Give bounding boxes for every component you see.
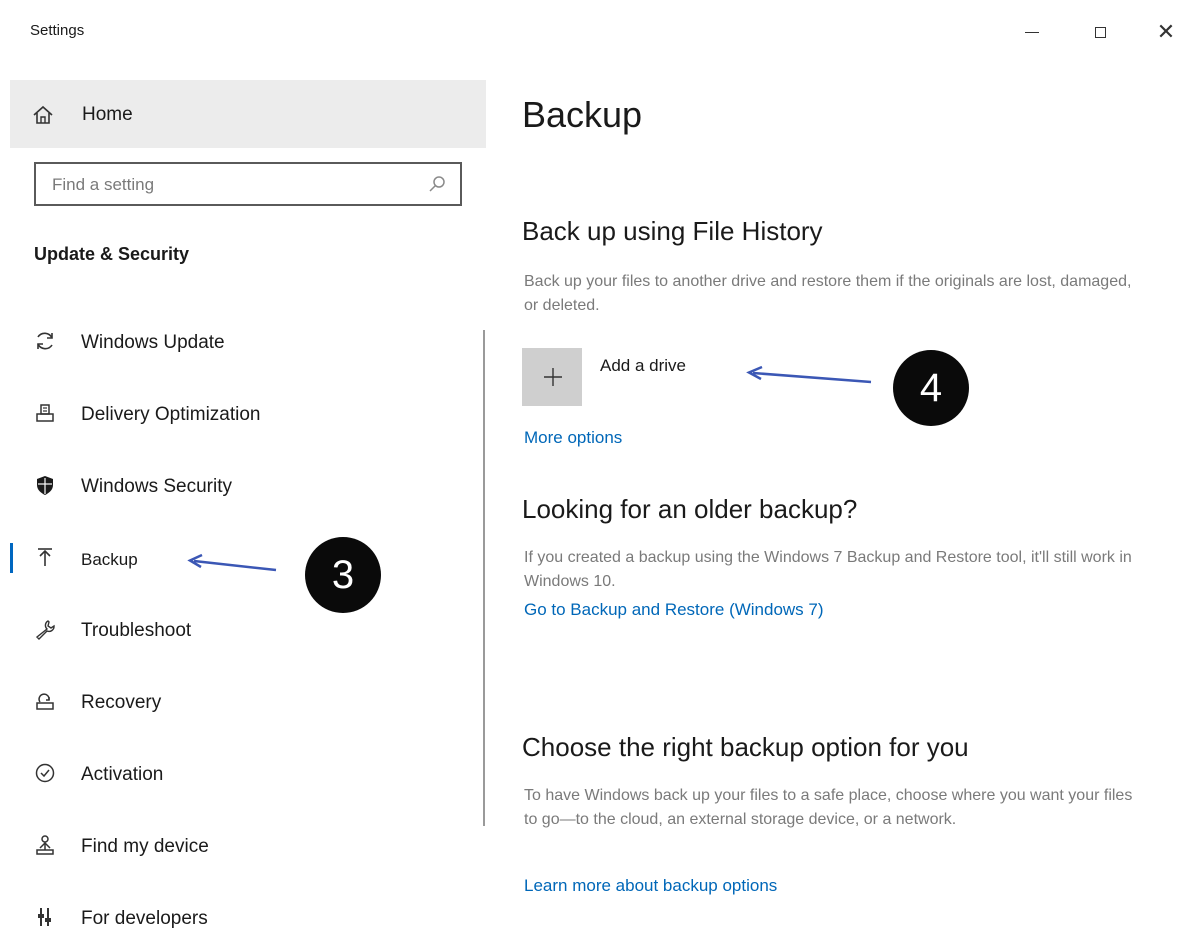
delivery-icon: [36, 404, 54, 422]
sidebar-item-label: Activation: [81, 764, 164, 785]
step-badge-3: 3: [305, 537, 381, 613]
close-icon: ✕: [1156, 19, 1176, 44]
window-title: Settings: [30, 22, 85, 39]
minimize-button[interactable]: [1012, 14, 1052, 50]
sidebar-home[interactable]: Home: [10, 80, 486, 148]
sidebar-item-label: Recovery: [81, 692, 162, 713]
sidebar-item-delivery-optimization[interactable]: Delivery Optimization: [10, 380, 486, 452]
sidebar-item-recovery[interactable]: Recovery: [10, 668, 486, 740]
add-drive-button[interactable]: Add a drive: [522, 348, 762, 408]
choose-option-heading: Choose the right backup option for you: [522, 732, 969, 762]
older-backup-description: If you created a backup using the Window…: [524, 549, 1132, 590]
sidebar-home-label: Home: [82, 104, 133, 125]
sidebar: Home Update & Security Windows Update: [10, 80, 486, 941]
wrench-icon: [35, 620, 55, 640]
sidebar-item-label: Backup: [81, 550, 138, 569]
plus-icon: [544, 368, 562, 386]
sidebar-item-find-my-device[interactable]: Find my device: [10, 812, 486, 884]
file-history-description: Back up your files to another drive and …: [524, 273, 1132, 314]
check-circle-icon: [35, 763, 55, 783]
selection-indicator: [10, 543, 13, 573]
page-title: Backup: [522, 94, 643, 135]
learn-more-link[interactable]: Learn more about backup options: [524, 876, 777, 896]
minimize-icon: [1025, 31, 1039, 33]
section-heading: Update & Security: [34, 244, 190, 264]
step-badge-4: 4: [893, 350, 969, 426]
sidebar-item-label: Windows Update: [81, 332, 225, 353]
pane-divider: [483, 330, 485, 826]
maximize-button[interactable]: [1080, 14, 1120, 50]
nav-list: Windows Update Delivery Optimization Win…: [10, 308, 486, 941]
recovery-icon: [36, 693, 54, 710]
sidebar-item-troubleshoot[interactable]: Troubleshoot: [10, 596, 486, 668]
add-drive-tile: [522, 348, 582, 406]
shield-icon: [37, 476, 53, 495]
add-drive-label: Add a drive: [600, 356, 686, 375]
sidebar-item-label: Windows Security: [81, 476, 232, 497]
sidebar-item-activation[interactable]: Activation: [10, 740, 486, 812]
search-icon: [429, 176, 445, 192]
close-button[interactable]: ✕: [1146, 14, 1185, 50]
sidebar-item-for-developers[interactable]: For developers: [10, 884, 486, 941]
developer-icon: [38, 908, 51, 926]
sidebar-item-label: Delivery Optimization: [81, 404, 261, 425]
backup-and-restore-link[interactable]: Go to Backup and Restore (Windows 7): [524, 600, 824, 620]
search-box[interactable]: [34, 162, 462, 206]
search-input[interactable]: [50, 172, 414, 198]
annotation-arrow-4: [746, 365, 872, 384]
sidebar-item-windows-update[interactable]: Windows Update: [10, 308, 486, 380]
sidebar-item-label: For developers: [81, 908, 208, 929]
annotation-arrow-3: [187, 553, 277, 572]
choose-option-description: To have Windows back up your files to a …: [524, 787, 1133, 828]
sidebar-item-label: Troubleshoot: [81, 620, 192, 641]
older-backup-heading: Looking for an older backup?: [522, 494, 858, 524]
refresh-icon: [37, 332, 53, 350]
upload-icon: [38, 548, 52, 566]
file-history-heading: Back up using File History: [522, 216, 823, 246]
home-icon: [33, 105, 53, 124]
sidebar-item-windows-security[interactable]: Windows Security: [10, 452, 486, 524]
person-location-icon: [36, 835, 54, 855]
sidebar-item-label: Find my device: [81, 836, 209, 857]
title-bar: Settings ✕: [0, 0, 1185, 64]
settings-window: Settings ✕ Home Update & Sec: [0, 0, 1185, 941]
maximize-icon: [1094, 26, 1106, 38]
more-options-link[interactable]: More options: [524, 428, 622, 448]
